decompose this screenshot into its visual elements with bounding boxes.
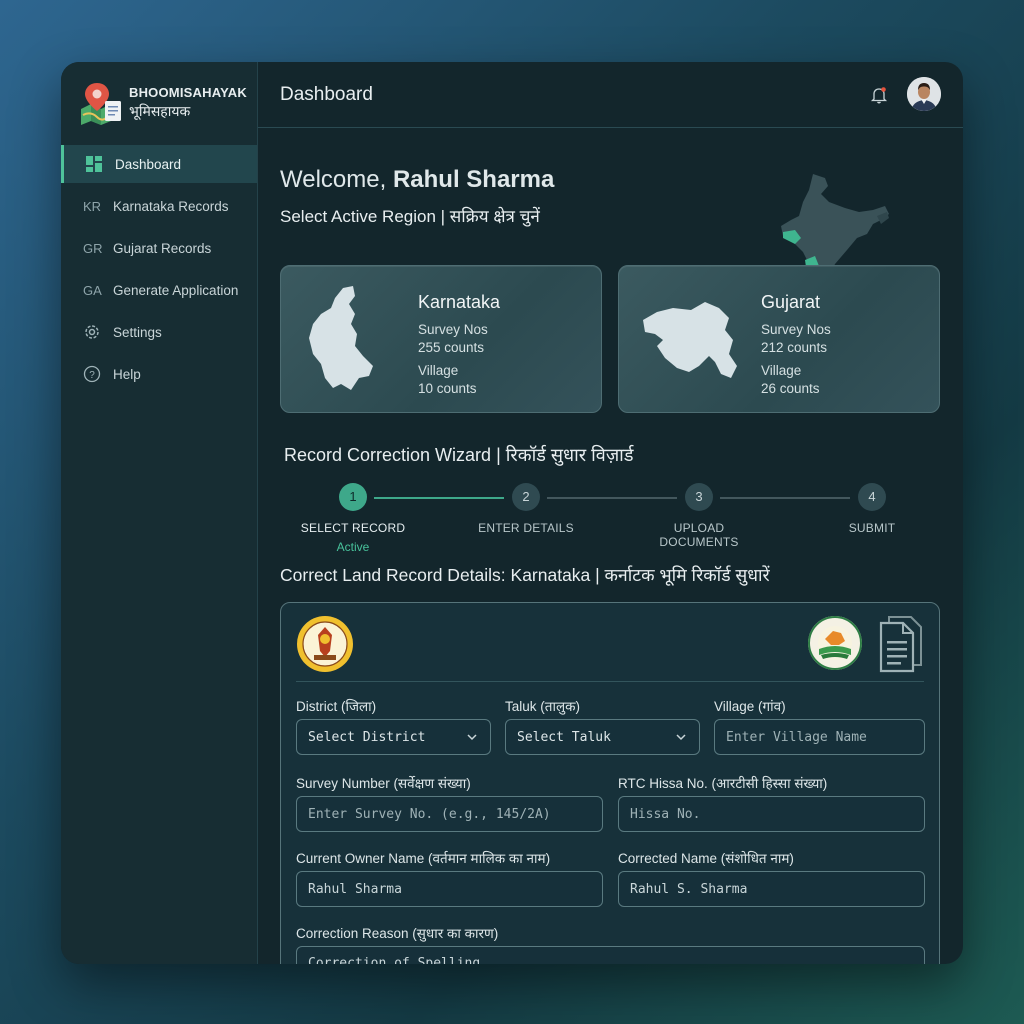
survey-number-label: Survey Number (सर्वेक्षण संख्या) — [296, 776, 471, 791]
brand-name-hindi: भूमिसहायक — [129, 103, 191, 119]
step-status: Active — [336, 540, 370, 554]
notification-bell-icon[interactable] — [869, 85, 889, 105]
taluk-select[interactable]: Select Taluk — [505, 719, 700, 755]
form-title: Correct Land Record Details: Karnataka |… — [280, 565, 770, 585]
sidebar-item-dashboard[interactable]: Dashboard — [61, 145, 257, 183]
survey-count: 255 counts — [418, 340, 485, 355]
app-window: BHOOMISAHAYAK भूमिसहायक Dashboard KR Kar… — [61, 62, 963, 964]
taluk-select-value: Select Taluk — [517, 729, 611, 745]
current-owner-value: Rahul Sharma — [308, 881, 402, 897]
brand[interactable]: BHOOMISAHAYAK भूमिसहायक — [61, 62, 257, 144]
sidebar-item-abbr: GA — [83, 282, 102, 298]
sidebar-item-generate-application[interactable]: GA Generate Application — [61, 271, 257, 309]
sidebar-item-label: Dashboard — [115, 156, 182, 172]
correction-reason-value: Correction of Spelling — [308, 956, 481, 964]
taluk-label: Taluk (तालुक) — [505, 699, 580, 714]
step-number: 1 — [339, 483, 367, 511]
region-title: Gujarat — [761, 292, 821, 312]
sidebar-item-gujarat-records[interactable]: GR Gujarat Records — [61, 229, 257, 267]
rtc-hissa-placeholder: Hissa No. — [630, 806, 701, 822]
village-count: 26 counts — [761, 381, 820, 396]
land-record-form: District (जिला) Select District Taluk (त… — [280, 602, 940, 964]
page-title: Dashboard — [280, 83, 373, 105]
current-owner-label: Current Owner Name (वर्तमान मालिक का नाम… — [296, 851, 551, 866]
wizard-step-enter-details[interactable]: 2 ENTER DETAILS — [461, 483, 591, 535]
gujarat-map-icon — [637, 284, 747, 396]
chevron-down-icon — [676, 734, 686, 741]
region-title: Karnataka — [418, 292, 501, 312]
rtc-hissa-input[interactable]: Hissa No. — [618, 796, 925, 832]
survey-label: Survey Nos — [418, 322, 488, 337]
sidebar-item-label: Gujarat Records — [113, 240, 212, 256]
sidebar-item-settings[interactable]: Settings — [61, 313, 257, 351]
sidebar-item-help[interactable]: ? Help — [61, 355, 257, 393]
region-card-karnataka[interactable]: Karnataka Survey Nos 255 counts Village … — [280, 265, 602, 413]
step-label: SELECT RECORD — [300, 521, 406, 535]
karnataka-map-icon — [299, 284, 409, 396]
village-input-placeholder: Enter Village Name — [726, 729, 867, 745]
survey-number-placeholder: Enter Survey No. (e.g., 145/2A) — [308, 806, 551, 822]
user-avatar[interactable] — [907, 77, 941, 111]
correction-reason-input[interactable]: Correction of Spelling — [296, 946, 925, 964]
sidebar: BHOOMISAHAYAK भूमिसहायक Dashboard KR Kar… — [61, 62, 258, 964]
gear-icon — [83, 323, 101, 341]
village-label: Village (गांव) — [714, 699, 786, 714]
wizard-title: Record Correction Wizard | रिकॉर्ड सुधार… — [284, 445, 634, 465]
karnataka-seal-icon — [296, 615, 354, 673]
sidebar-item-label: Karnataka Records — [113, 198, 229, 214]
village-label: Village — [418, 363, 459, 378]
brand-name: BHOOMISAHAYAK — [129, 85, 247, 100]
sidebar-item-karnataka-records[interactable]: KR Karnataka Records — [61, 187, 257, 225]
corrected-name-value: Rahul S. Sharma — [630, 881, 748, 897]
step-label: UPLOAD DOCUMENTS — [659, 521, 739, 549]
main-panel: Dashboard Welcome, Rahul Sharma Select A… — [258, 62, 963, 964]
welcome-prefix: Welcome, — [280, 166, 387, 193]
correction-reason-label: Correction Reason (सुधार का कारण) — [296, 926, 499, 941]
region-card-gujarat[interactable]: Gujarat Survey Nos 212 counts Village 26… — [618, 265, 940, 413]
svg-text:?: ? — [89, 370, 95, 381]
step-number: 4 — [858, 483, 886, 511]
survey-number-input[interactable]: Enter Survey No. (e.g., 145/2A) — [296, 796, 603, 832]
sidebar-item-label: Generate Application — [113, 282, 239, 298]
chevron-down-icon — [467, 734, 477, 741]
wizard-stepper: 1 SELECT RECORD Active 2 ENTER DETAILS 3… — [280, 483, 941, 563]
sidebar-item-label: Help — [113, 366, 141, 382]
form-divider — [296, 681, 924, 682]
dashboard-content: Welcome, Rahul Sharma Select Active Regi… — [258, 166, 963, 587]
corrected-name-input[interactable]: Rahul S. Sharma — [618, 871, 925, 907]
village-count: 10 counts — [418, 381, 477, 396]
survey-count: 212 counts — [761, 340, 828, 355]
land-records-seal-icon — [807, 615, 863, 671]
step-label: SUBMIT — [848, 521, 896, 535]
step-number: 2 — [512, 483, 540, 511]
wizard-step-select-record[interactable]: 1 SELECT RECORD Active — [288, 483, 418, 554]
wizard-step-upload-documents[interactable]: 3 UPLOAD DOCUMENTS — [634, 483, 764, 549]
sidebar-item-label: Settings — [113, 324, 162, 340]
wizard-step-submit[interactable]: 4 SUBMIT — [807, 483, 937, 535]
district-select[interactable]: Select District — [296, 719, 491, 755]
village-input[interactable]: Enter Village Name — [714, 719, 925, 755]
corrected-name-label: Corrected Name (संशोधित नाम) — [618, 851, 794, 866]
sidebar-nav: Dashboard KR Karnataka Records GR Gujara… — [61, 145, 257, 393]
village-label: Village — [761, 363, 802, 378]
top-bar: Dashboard — [258, 62, 963, 128]
help-icon: ? — [83, 365, 101, 383]
district-label: District (जिला) — [296, 699, 377, 714]
region-cards: Karnataka Survey Nos 255 counts Village … — [280, 265, 941, 413]
step-number: 3 — [685, 483, 713, 511]
document-icon — [875, 613, 925, 673]
survey-label: Survey Nos — [761, 322, 831, 337]
district-select-value: Select District — [308, 729, 426, 745]
grid-icon — [85, 155, 103, 173]
rtc-hissa-label: RTC Hissa No. (आरटीसी हिस्सा संख्या) — [618, 776, 828, 791]
sidebar-item-abbr: GR — [83, 240, 103, 256]
current-owner-input[interactable]: Rahul Sharma — [296, 871, 603, 907]
map-pin-logo-icon — [77, 79, 125, 127]
step-label: ENTER DETAILS — [478, 521, 574, 535]
user-name: Rahul Sharma — [392, 166, 555, 193]
sidebar-item-abbr: KR — [83, 198, 102, 214]
